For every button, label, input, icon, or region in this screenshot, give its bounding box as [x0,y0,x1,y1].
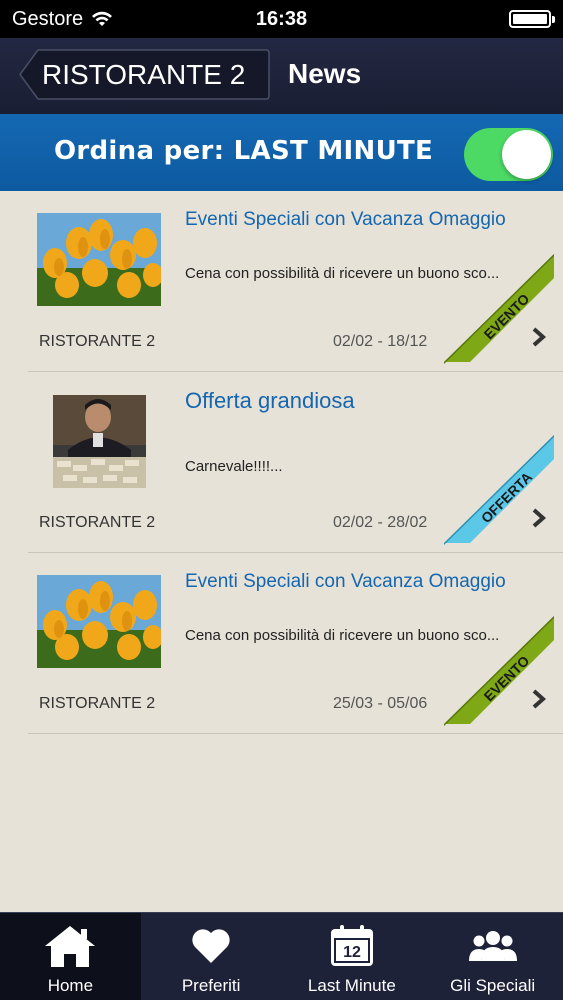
item-dates: 02/02 - 18/12 [333,333,428,350]
tab-preferiti[interactable]: Preferiti [141,913,282,1000]
tulips-image [37,575,161,668]
tab-label: Preferiti [181,976,241,995]
list-item[interactable]: Offerta grandiosa Carnevale!!!!... RISTO… [28,372,563,553]
wifi-icon [92,11,113,26]
item-source: RISTORANTE 2 [39,695,156,712]
home-icon [45,926,96,967]
back-button[interactable]: RISTORANTE 2 [18,49,270,100]
group-icon [468,931,517,961]
item-title: Offerta grandiosa [185,388,355,413]
news-list: Eventi Speciali con Vacanza Omaggio Cena… [0,191,563,734]
tab-bar: Home Preferiti 12 Last Minute Gli Specia… [0,912,563,1000]
tab-home[interactable]: Home [0,913,141,1000]
sort-toggle[interactable] [464,128,553,181]
tulips-image [37,213,161,306]
item-source: RISTORANTE 2 [39,514,156,531]
list-item[interactable]: Eventi Speciali con Vacanza Omaggio Cena… [28,553,563,734]
item-source: RISTORANTE 2 [39,333,156,350]
page-title: News [288,58,362,89]
carrier-label: Gestore [12,7,84,30]
battery-icon [509,10,555,28]
money-man-image [53,395,146,488]
ribbon-label: EVENTO [481,652,533,704]
navigation-bar: RISTORANTE 2 News [0,38,563,114]
item-title: Eventi Speciali con Vacanza Omaggio [185,209,506,230]
status-bar: Gestore 16:38 [0,0,563,38]
tab-last-minute[interactable]: 12 Last Minute [282,913,423,1000]
item-dates: 25/03 - 05/06 [333,695,428,712]
tab-gli-speciali[interactable]: Gli Speciali [422,913,563,1000]
tab-label: Home [47,976,94,995]
back-button-label: RISTORANTE 2 [42,58,246,90]
chevron-right-icon[interactable] [530,507,548,529]
sort-label: Ordina per: LAST MINUTE [54,136,434,166]
chevron-right-icon[interactable] [530,326,548,348]
item-dates: 02/02 - 28/02 [333,514,428,531]
calendar-icon: 12 [330,925,373,966]
calendar-day: 12 [343,944,361,961]
tab-label: Gli Speciali [450,976,536,995]
ribbon-label: EVENTO [481,290,533,342]
chevron-right-icon[interactable] [530,688,548,710]
toggle-knob [502,130,551,179]
tab-label: Last Minute [307,976,396,995]
list-item[interactable]: Eventi Speciali con Vacanza Omaggio Cena… [28,191,563,372]
item-title: Eventi Speciali con Vacanza Omaggio [185,571,506,592]
heart-icon [192,929,230,963]
ribbon-label: OFFERTA [478,469,535,526]
